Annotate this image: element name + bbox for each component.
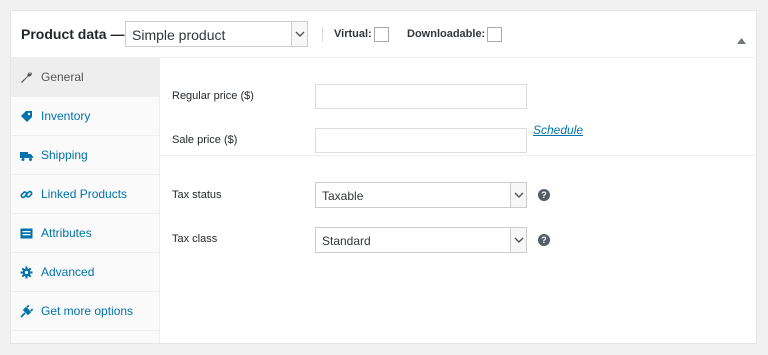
downloadable-checkbox[interactable] bbox=[487, 27, 502, 42]
chevron-down-icon bbox=[510, 228, 526, 252]
product-type-value: Simple product bbox=[132, 27, 226, 43]
tab-get-more-options-label: Get more options bbox=[41, 304, 134, 318]
tab-get-more-options[interactable]: Get more options bbox=[11, 292, 159, 331]
panel-title: Product data — bbox=[21, 26, 125, 42]
product-type-select[interactable]: Simple product bbox=[125, 21, 308, 47]
tab-shipping[interactable]: Shipping bbox=[11, 136, 159, 175]
header-separator bbox=[322, 26, 323, 42]
tax-status-value: Taxable bbox=[322, 189, 364, 203]
downloadable-label: Downloadable: bbox=[407, 28, 486, 40]
tab-attributes-label: Attributes bbox=[41, 226, 92, 240]
help-icon[interactable]: ? bbox=[538, 189, 550, 201]
gear-icon bbox=[20, 266, 33, 279]
product-data-tabs: General Inventory Shipping Linked Produc… bbox=[11, 58, 160, 343]
tax-class-value: Standard bbox=[322, 234, 371, 248]
product-data-panel: Product data — Simple product Virtual: D… bbox=[10, 10, 757, 344]
link-icon bbox=[20, 188, 33, 201]
sale-price-input[interactable] bbox=[315, 128, 527, 153]
wrench-icon bbox=[20, 71, 33, 84]
chevron-down-icon bbox=[510, 183, 526, 207]
general-options-panel: Regular price ($) Sale price ($) Schedul… bbox=[160, 58, 756, 343]
tax-status-select[interactable]: Taxable bbox=[315, 182, 527, 208]
tab-attributes[interactable]: Attributes bbox=[11, 214, 159, 253]
list-icon bbox=[20, 227, 33, 240]
tab-shipping-label: Shipping bbox=[41, 148, 88, 162]
tab-advanced-label: Advanced bbox=[41, 265, 95, 279]
truck-icon bbox=[20, 149, 33, 162]
tab-general[interactable]: General bbox=[11, 58, 159, 97]
plugin-icon bbox=[20, 304, 34, 318]
tab-inventory[interactable]: Inventory bbox=[11, 97, 159, 136]
regular-price-label: Regular price ($) bbox=[172, 90, 254, 102]
tab-general-label: General bbox=[41, 70, 84, 84]
tag-icon bbox=[20, 110, 33, 123]
section-divider bbox=[160, 155, 756, 156]
tax-class-select[interactable]: Standard bbox=[315, 227, 527, 253]
tab-linked-products-label: Linked Products bbox=[41, 187, 128, 201]
schedule-link[interactable]: Schedule bbox=[533, 123, 583, 137]
tax-class-label: Tax class bbox=[172, 233, 218, 245]
tab-linked-products[interactable]: Linked Products bbox=[11, 175, 159, 214]
panel-header: Product data — Simple product Virtual: D… bbox=[11, 11, 756, 58]
chevron-down-icon bbox=[291, 22, 307, 46]
tab-inventory-label: Inventory bbox=[41, 109, 91, 123]
tab-advanced[interactable]: Advanced bbox=[11, 253, 159, 292]
tax-status-label: Tax status bbox=[172, 189, 222, 201]
triangle-up-icon[interactable] bbox=[737, 31, 746, 49]
regular-price-input[interactable] bbox=[315, 84, 527, 109]
help-icon[interactable]: ? bbox=[538, 234, 550, 246]
virtual-checkbox[interactable] bbox=[374, 27, 389, 42]
sale-price-label: Sale price ($) bbox=[172, 134, 238, 146]
virtual-label: Virtual: bbox=[334, 28, 372, 40]
